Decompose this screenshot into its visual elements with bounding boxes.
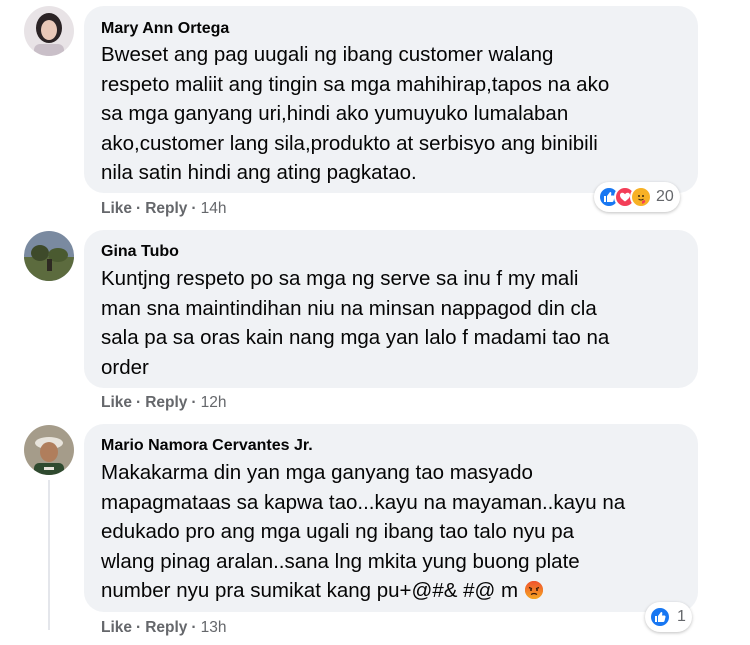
comment-line: wlang pinag aralan..sana lng mkita yung … <box>101 549 580 573</box>
care-icon <box>630 186 652 208</box>
comment-text: Bweset ang pag uugali ng ibang customer … <box>101 40 609 188</box>
comment-line: Kuntjng respeto po sa mga ng serve sa in… <box>101 267 579 290</box>
thread-line <box>48 480 50 630</box>
like-button[interactable]: Like <box>101 394 132 411</box>
separator: · <box>136 200 142 217</box>
comment-actions: Like · Reply · 12h <box>101 394 226 412</box>
avatar[interactable] <box>24 231 74 281</box>
timestamp[interactable]: 14h <box>201 200 227 217</box>
comment-line: Makakarma din yan mga ganyang tao masyad… <box>101 461 533 484</box>
reply-button[interactable]: Reply <box>145 394 187 411</box>
separator: · <box>191 394 197 411</box>
reactions-summary[interactable]: 1 <box>645 602 692 632</box>
comment-line: Bweset ang pag uugali ng ibang customer … <box>101 43 554 66</box>
comment-line: mapagmataas sa kapwa tao...kayu na mayam… <box>101 490 626 514</box>
comment-line: sala pa sa oras kain nang mga yan lalo f… <box>101 326 610 349</box>
comment-line-last: number nyu pra sumikat kang pu+@#& #@ m <box>101 576 625 609</box>
reaction-count: 1 <box>677 608 686 625</box>
comment-author[interactable]: Mary Ann Ortega <box>101 20 229 38</box>
reply-button[interactable]: Reply <box>145 200 187 217</box>
comment-line: order <box>101 355 149 379</box>
reaction-count: 20 <box>656 188 674 205</box>
avatar[interactable] <box>24 425 74 475</box>
comment-line: sa mga ganyang uri,hindi ako yumuyuko lu… <box>101 102 569 125</box>
comment-line: man sna maintindihan niu na minsan nappa… <box>101 296 597 320</box>
like-button[interactable]: Like <box>101 619 132 636</box>
avatar-photo-icon <box>24 425 74 475</box>
reactions-summary[interactable]: 20 <box>594 182 680 212</box>
comment-actions: Like · Reply · 13h <box>101 619 226 637</box>
separator: · <box>191 200 197 217</box>
comment-line: number nyu pra sumikat kang pu+@#& #@ m <box>101 579 519 602</box>
like-icon <box>649 606 671 628</box>
separator: · <box>136 619 142 636</box>
timestamp[interactable]: 13h <box>201 619 227 636</box>
avatar-photo-icon <box>24 231 74 281</box>
reply-button[interactable]: Reply <box>145 619 187 636</box>
comment-text: Makakarma din yan mga ganyang tao masyad… <box>101 458 625 609</box>
separator: · <box>136 394 142 411</box>
comment-author[interactable]: Mario Namora Cervantes Jr. <box>101 437 313 455</box>
comment-actions: Like · Reply · 14h <box>101 200 226 218</box>
comment-line: ako,customer lang sila,produkto at serbi… <box>101 131 598 155</box>
timestamp[interactable]: 12h <box>201 394 227 411</box>
avatar[interactable] <box>24 6 74 56</box>
angry-emoji-icon <box>524 579 544 609</box>
separator: · <box>191 619 197 636</box>
comment-line: respeto maliit ang tingin sa mga mahihir… <box>101 72 610 96</box>
avatar-photo-icon <box>24 6 74 56</box>
comment-text: Kuntjng respeto po sa mga ng serve sa in… <box>101 264 609 382</box>
comment-line: nila satin hindi ang ating pagkatao. <box>101 161 417 184</box>
comment-line: edukado pro ang mga ugali ng ibang tao t… <box>101 520 575 543</box>
comment-author[interactable]: Gina Tubo <box>101 243 179 261</box>
like-button[interactable]: Like <box>101 200 132 217</box>
